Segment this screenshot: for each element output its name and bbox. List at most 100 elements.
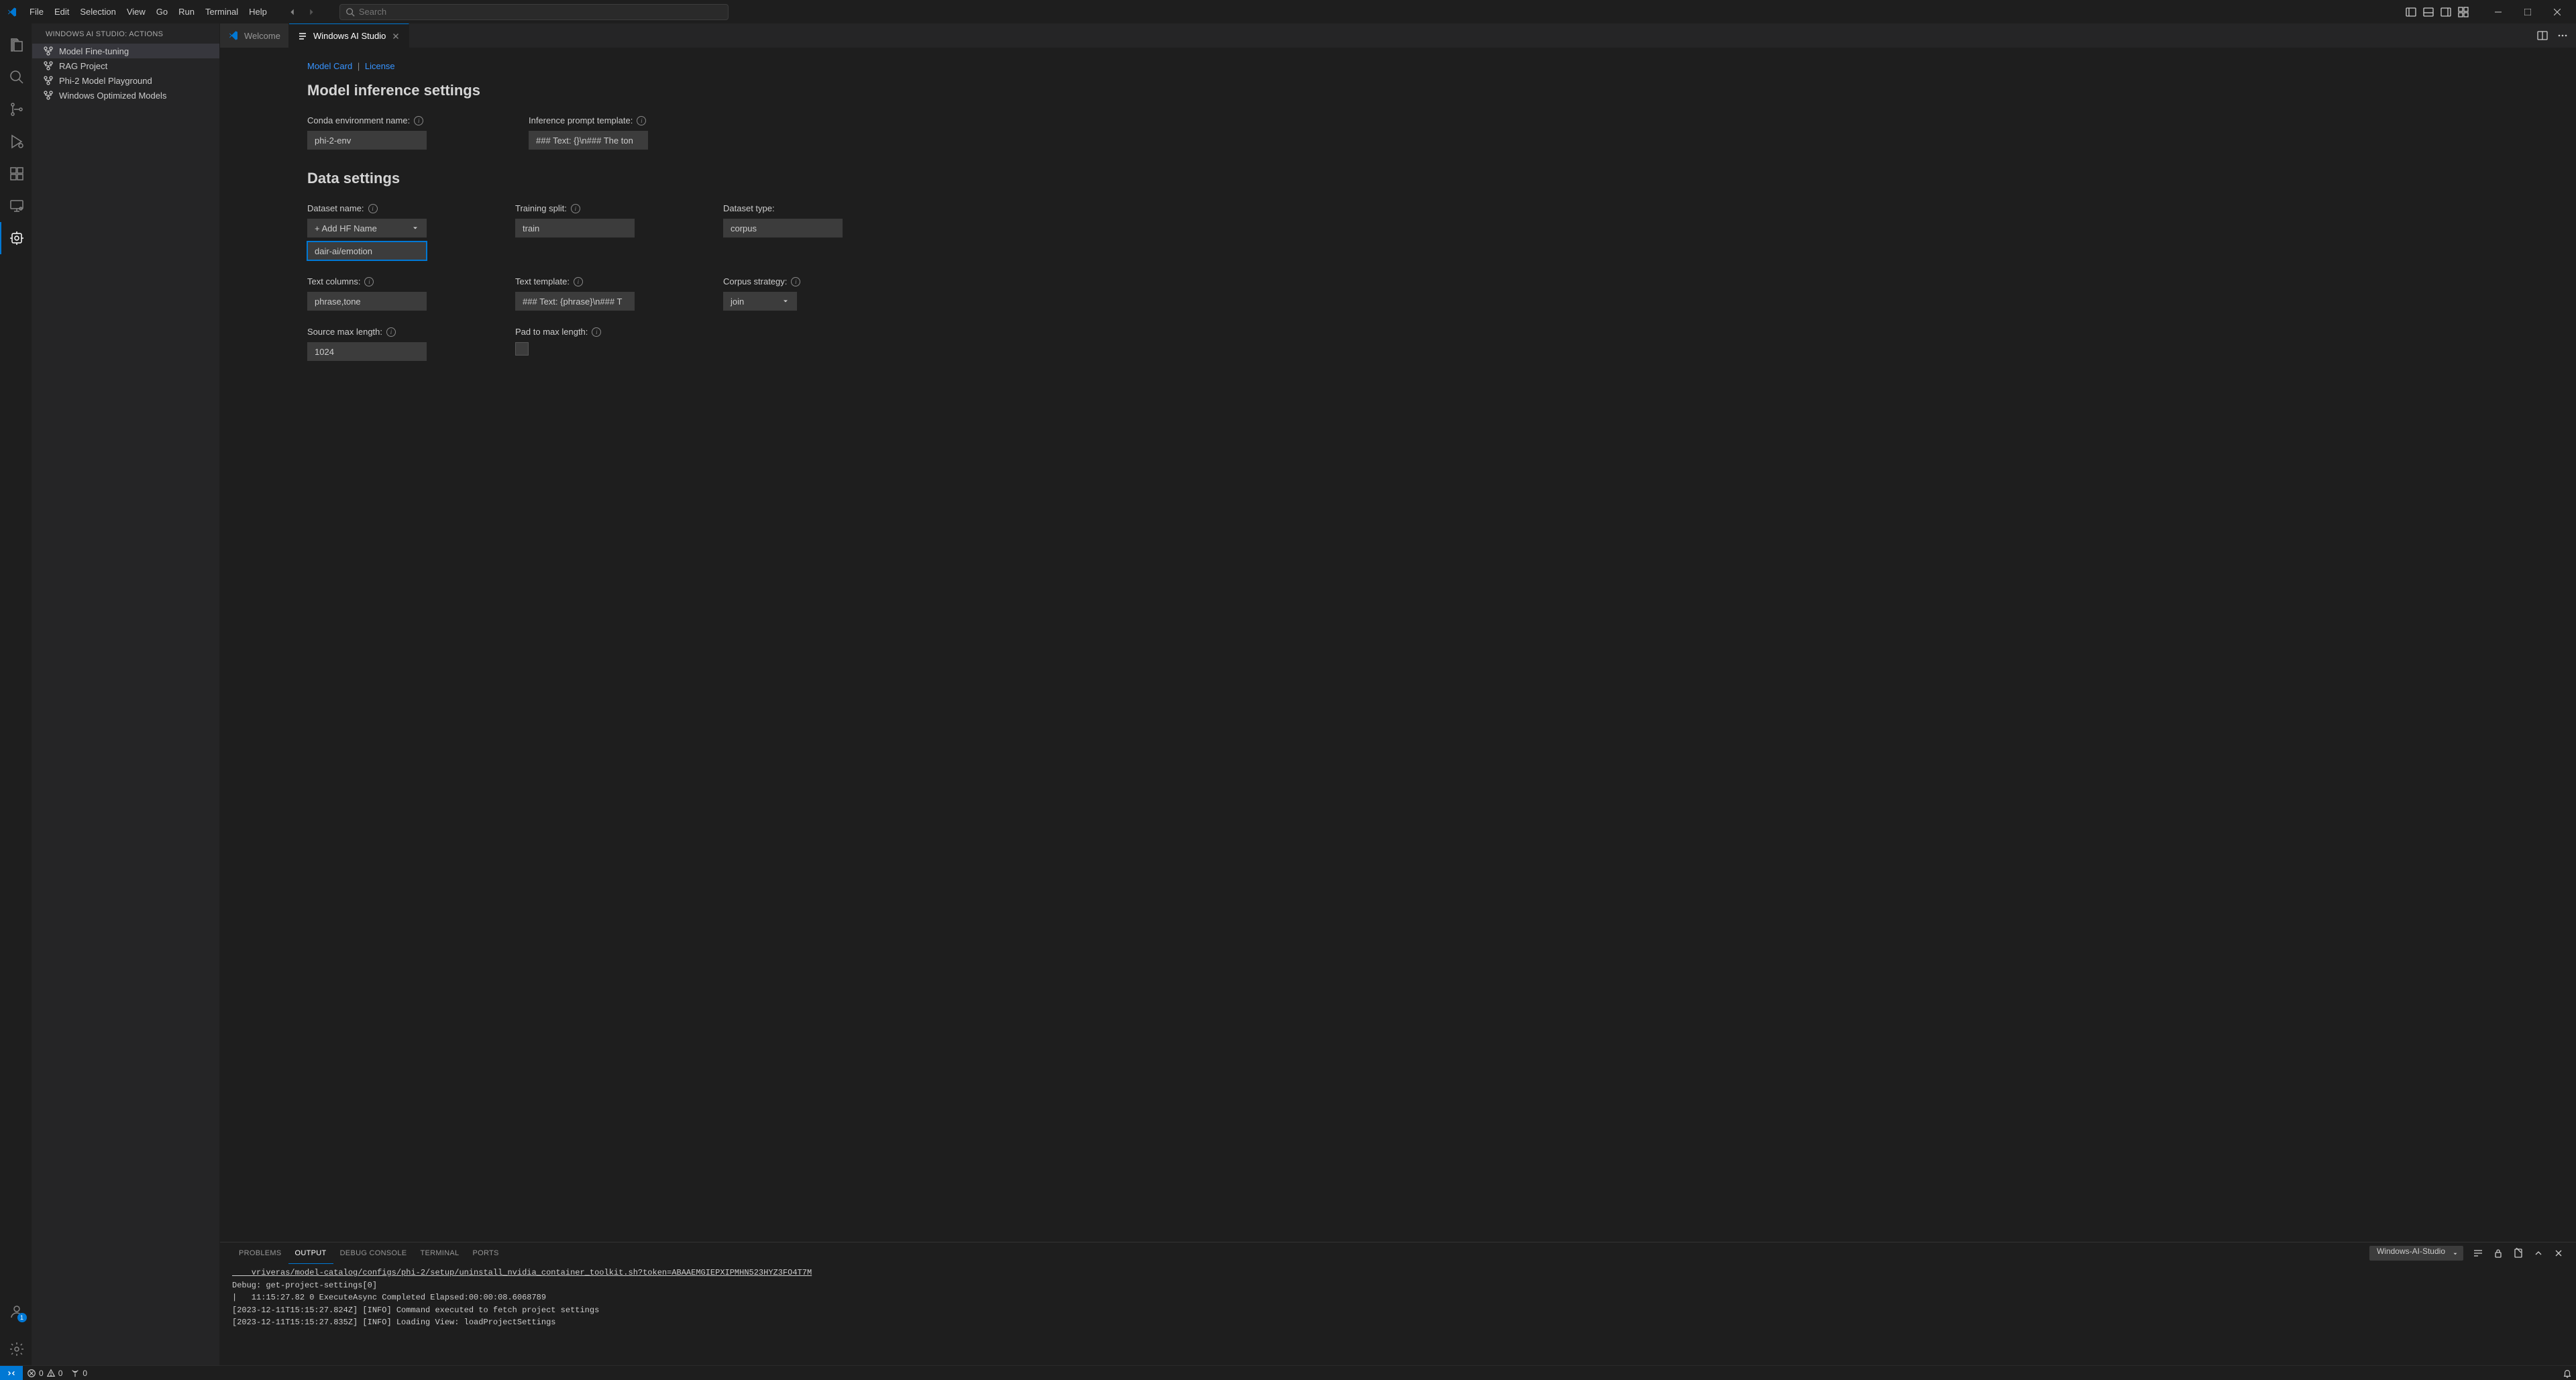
activity-explorer-icon[interactable]	[0, 29, 32, 61]
activity-accounts-icon[interactable]: 1	[0, 1295, 32, 1328]
sidebar-item-phi2-playground[interactable]: Phi-2 Model Playground	[32, 73, 219, 88]
chevron-down-icon	[2452, 1251, 2459, 1257]
sidebar-item-windows-optimized-models[interactable]: Windows Optimized Models	[32, 88, 219, 103]
close-icon[interactable]	[391, 32, 400, 41]
input-text-template[interactable]	[515, 292, 635, 311]
input-conda-env[interactable]	[307, 131, 427, 150]
info-icon[interactable]: i	[368, 204, 378, 213]
output-line: Debug: get-project-settings[0]	[232, 1281, 377, 1290]
chevron-down-icon	[782, 297, 790, 305]
panel-tab-terminal[interactable]: TERMINAL	[413, 1242, 466, 1264]
error-icon	[27, 1369, 36, 1378]
tab-welcome[interactable]: Welcome	[220, 23, 289, 48]
problems-status[interactable]: 0 0	[23, 1366, 66, 1380]
input-dataset-type[interactable]	[723, 219, 843, 237]
close-panel-icon[interactable]	[2553, 1248, 2564, 1259]
input-text-columns[interactable]	[307, 292, 427, 311]
split-editor-icon[interactable]	[2537, 30, 2548, 41]
select-corpus-strategy[interactable]: join	[723, 292, 797, 311]
notifications-icon[interactable]	[2559, 1366, 2576, 1380]
field-corpus-strategy: Corpus strategy:i join	[723, 276, 911, 311]
select-add-hf-name[interactable]: + Add HF Name	[307, 219, 427, 237]
input-training-split[interactable]	[515, 219, 635, 237]
license-link[interactable]: License	[365, 61, 395, 71]
toggle-secondary-sidebar-icon[interactable]	[2440, 7, 2451, 17]
menu-file[interactable]: File	[24, 4, 49, 19]
error-count: 0	[39, 1369, 44, 1378]
activity-source-control-icon[interactable]	[0, 93, 32, 125]
checkbox-pad-max-len[interactable]	[515, 342, 529, 356]
chevron-down-icon	[411, 224, 419, 232]
input-source-max-len[interactable]	[307, 342, 427, 361]
model-card-link[interactable]: Model Card	[307, 61, 352, 71]
tab-ai-studio[interactable]: Windows AI Studio	[289, 23, 409, 48]
panel-tab-problems[interactable]: PROBLEMS	[232, 1242, 288, 1264]
activity-settings-icon[interactable]	[0, 1333, 32, 1365]
sidebar-list: Model Fine-tuning RAG Project Phi-2 Mode…	[32, 44, 219, 103]
nav-forward-icon[interactable]	[303, 4, 319, 20]
label-conda-env: Conda environment name:i	[307, 115, 508, 125]
toggle-panel-icon[interactable]	[2423, 7, 2434, 17]
lock-scroll-icon[interactable]	[2493, 1248, 2504, 1259]
ports-status[interactable]: 0	[66, 1366, 91, 1380]
label-text-template: Text template:i	[515, 276, 703, 286]
menu-view[interactable]: View	[121, 4, 151, 19]
menu-terminal[interactable]: Terminal	[200, 4, 244, 19]
command-search[interactable]	[339, 4, 729, 20]
field-text-columns: Text columns:i	[307, 276, 495, 311]
toggle-primary-sidebar-icon[interactable]	[2406, 7, 2416, 17]
window-close-icon[interactable]	[2542, 2, 2572, 22]
sidebar-item-label: Windows Optimized Models	[59, 91, 166, 101]
window-minimize-icon[interactable]	[2483, 2, 2513, 22]
customize-layout-icon[interactable]	[2458, 7, 2469, 17]
output-line: [2023-12-11T15:15:27.824Z] [INFO] Comman…	[232, 1306, 599, 1315]
info-icon[interactable]: i	[637, 116, 646, 125]
panel-actions: Windows-AI-Studio	[2369, 1246, 2564, 1261]
sidebar: WINDOWS AI STUDIO: ACTIONS Model Fine-tu…	[32, 23, 220, 1365]
output-link[interactable]: vriveras/model-catalog/configs/phi-2/set…	[232, 1268, 812, 1277]
menu-run[interactable]: Run	[173, 4, 200, 19]
activity-run-debug-icon[interactable]	[0, 125, 32, 158]
section-inference-title: Model inference settings	[307, 82, 2576, 99]
nav-back-icon[interactable]	[284, 4, 301, 20]
output-body[interactable]: vriveras/model-catalog/configs/phi-2/set…	[220, 1264, 2576, 1365]
activity-extensions-icon[interactable]	[0, 158, 32, 190]
clear-output-icon[interactable]	[2513, 1248, 2524, 1259]
sidebar-item-rag-project[interactable]: RAG Project	[32, 58, 219, 73]
info-icon[interactable]: i	[791, 277, 800, 286]
info-icon[interactable]: i	[414, 116, 423, 125]
warning-icon	[46, 1369, 56, 1378]
input-dataset-name[interactable]	[307, 242, 427, 260]
menu-go[interactable]: Go	[151, 4, 173, 19]
vscode-logo-icon	[7, 7, 17, 17]
panel-tab-output[interactable]: OUTPUT	[288, 1242, 333, 1264]
accounts-badge: 1	[17, 1313, 27, 1322]
window-maximize-icon[interactable]	[2513, 2, 2542, 22]
input-prompt-template[interactable]	[529, 131, 648, 150]
field-dataset-name: Dataset name:i + Add HF Name	[307, 203, 495, 260]
remote-indicator-icon[interactable]	[0, 1366, 23, 1380]
word-wrap-icon[interactable]	[2473, 1248, 2483, 1259]
flow-icon	[43, 90, 54, 101]
panel-tab-debug-console[interactable]: DEBUG CONSOLE	[333, 1242, 414, 1264]
activity-search-icon[interactable]	[0, 61, 32, 93]
info-icon[interactable]: i	[571, 204, 580, 213]
maximize-panel-icon[interactable]	[2533, 1248, 2544, 1259]
activity-ai-studio-icon[interactable]	[0, 222, 32, 254]
info-icon[interactable]: i	[386, 327, 396, 337]
search-input[interactable]	[359, 7, 722, 17]
field-dataset-type: Dataset type:	[723, 203, 911, 260]
menu-selection[interactable]: Selection	[74, 4, 121, 19]
menu-help[interactable]: Help	[244, 4, 272, 19]
activity-remote-explorer-icon[interactable]	[0, 190, 32, 222]
menu-edit[interactable]: Edit	[49, 4, 74, 19]
output-channel-select[interactable]: Windows-AI-Studio	[2369, 1246, 2463, 1261]
label-pad-max-len: Pad to max length:i	[515, 327, 703, 337]
info-icon[interactable]: i	[574, 277, 583, 286]
info-icon[interactable]: i	[364, 277, 374, 286]
field-source-max-len: Source max length:i	[307, 327, 495, 361]
sidebar-item-model-fine-tuning[interactable]: Model Fine-tuning	[32, 44, 219, 58]
info-icon[interactable]: i	[592, 327, 601, 337]
panel-tab-ports[interactable]: PORTS	[466, 1242, 505, 1264]
more-icon[interactable]	[2557, 30, 2568, 41]
